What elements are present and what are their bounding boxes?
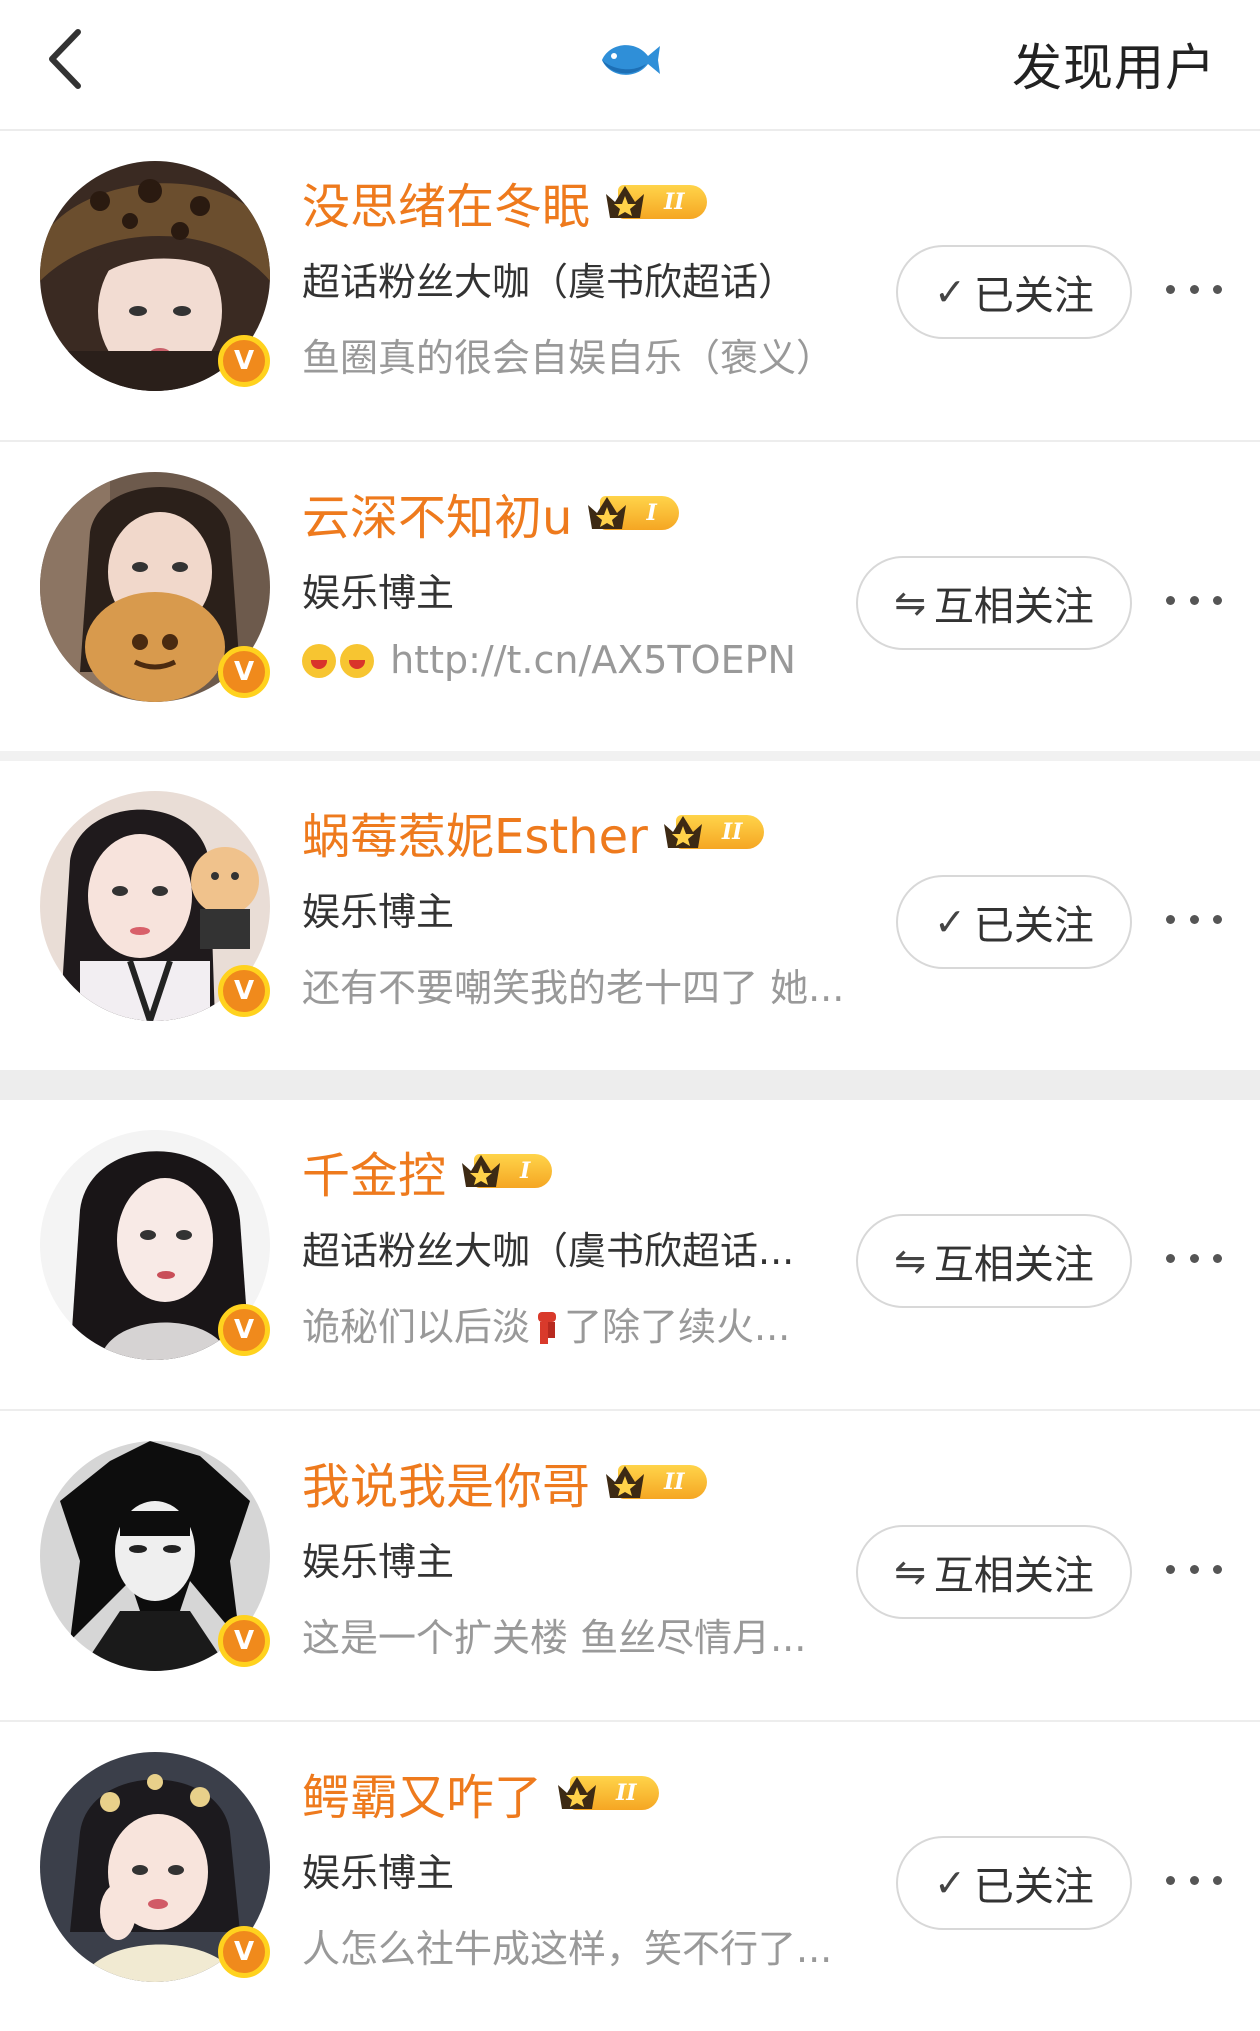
user-intro-text-b: 了除了续火... — [564, 1305, 791, 1349]
scarf-emoji-icon — [538, 1312, 557, 1344]
user-row[interactable]: V 千金控 I 超话粉丝大咖（虞书欣超话... 诡秘们以后淡 了除了续火... ⇋… — [0, 1100, 1260, 1411]
emoji-icon — [340, 644, 374, 678]
mutual-arrows-icon: ⇋ — [894, 1550, 926, 1594]
follow-button[interactable]: ✓ 已关注 — [896, 245, 1132, 339]
follow-label: 互相关注 — [933, 1242, 1094, 1288]
follow-label: 互相关注 — [933, 1553, 1094, 1599]
more-dots-icon[interactable] — [1166, 269, 1222, 309]
user-row[interactable]: V 我说我是你哥 II 娱乐博主 这是一个扩关楼 鱼丝尽情月... ⇋ 互相关注 — [0, 1411, 1260, 1722]
follow-label: 已关注 — [973, 273, 1094, 319]
user-intro: 人怎么社牛成这样，笑不行了... — [302, 1927, 833, 1971]
user-intro-text[interactable]: http://t.cn/AX5TOEPN — [390, 638, 796, 682]
crown-level-icon: II — [604, 1462, 707, 1502]
verified-v-badge-icon: V — [218, 1615, 270, 1667]
follow-button[interactable]: ⇋ 互相关注 — [856, 556, 1132, 650]
user-intro: http://t.cn/AX5TOEPN — [302, 638, 796, 682]
check-icon: ✓ — [934, 1861, 966, 1905]
user-row[interactable]: V 鳄霸又咋了 II 娱乐博主 人怎么社牛成这样，笑不行了... ✓ 已关注 — [0, 1722, 1260, 2031]
more-dots-icon[interactable] — [1166, 1860, 1222, 1900]
follow-button[interactable]: ⇋ 互相关注 — [856, 1214, 1132, 1308]
verified-v-badge-icon: V — [218, 1926, 270, 1978]
more-dots-icon[interactable] — [1166, 899, 1222, 939]
user-intro-text-a: 诡秘们以后淡 — [302, 1305, 531, 1349]
user-description: 娱乐博主 — [302, 1540, 455, 1584]
user-name[interactable]: 蜗莓惹妮Esther — [302, 797, 648, 867]
user-row[interactable]: V 蜗莓惹妮Esther II 娱乐博主 还有不要嘲笑我的老十四了 她... ✓… — [0, 761, 1260, 1100]
follow-button[interactable]: ✓ 已关注 — [896, 1836, 1132, 1930]
crown-level-icon: I — [586, 493, 679, 533]
verified-v-badge-icon: V — [218, 646, 270, 698]
mutual-arrows-icon: ⇋ — [894, 581, 926, 625]
verified-v-badge-icon: V — [218, 1304, 270, 1356]
user-name[interactable]: 鳄霸又咋了 — [302, 1758, 542, 1828]
crown-level-icon: II — [556, 1773, 659, 1813]
more-dots-icon[interactable] — [1166, 580, 1222, 620]
more-dots-icon[interactable] — [1166, 1549, 1222, 1589]
user-description: 娱乐博主 — [302, 890, 455, 934]
back-arrow-icon[interactable] — [40, 24, 100, 94]
verified-v-badge-icon: V — [218, 335, 270, 387]
mutual-arrows-icon: ⇋ — [894, 1239, 926, 1283]
check-icon: ✓ — [934, 900, 966, 944]
user-name[interactable]: 云深不知初u — [302, 478, 572, 548]
follow-label: 互相关注 — [933, 584, 1094, 630]
top-bar: 发现用户 — [0, 0, 1260, 131]
emoji-icon — [302, 644, 336, 678]
user-description: 娱乐博主 — [302, 571, 455, 615]
user-intro: 还有不要嘲笑我的老十四了 她... — [302, 966, 845, 1010]
crown-level-icon: II — [604, 182, 707, 222]
user-row[interactable]: V 没思绪在冬眠 II 超话粉丝大咖（虞书欣超话） 鱼圈真的很会自娱自乐（褒义）… — [0, 131, 1260, 442]
user-description: 超话粉丝大咖（虞书欣超话... — [302, 1229, 795, 1273]
more-dots-icon[interactable] — [1166, 1238, 1222, 1278]
user-intro: 诡秘们以后淡 了除了续火... — [302, 1296, 790, 1351]
follow-button[interactable]: ⇋ 互相关注 — [856, 1525, 1132, 1619]
user-name[interactable]: 千金控 — [302, 1136, 446, 1206]
check-icon: ✓ — [934, 270, 966, 314]
user-row[interactable]: V 云深不知初u I 娱乐博主 http://t.cn/AX5TOEPN ⇋ 互… — [0, 442, 1260, 761]
user-description: 超话粉丝大咖（虞书欣超话） — [302, 260, 797, 304]
follow-label: 已关注 — [973, 903, 1094, 949]
user-description: 娱乐博主 — [302, 1851, 455, 1895]
user-intro: 这是一个扩关楼 鱼丝尽情月... — [302, 1616, 807, 1660]
fish-logo-icon — [596, 36, 662, 82]
follow-button[interactable]: ✓ 已关注 — [896, 875, 1132, 969]
user-name[interactable]: 没思绪在冬眠 — [302, 167, 590, 237]
user-intro: 鱼圈真的很会自娱自乐（褒义） — [302, 336, 835, 380]
follow-label: 已关注 — [973, 1864, 1094, 1910]
discover-users-title[interactable]: 发现用户 — [1012, 28, 1216, 100]
crown-level-icon: II — [662, 812, 765, 852]
crown-level-icon: I — [460, 1151, 553, 1191]
user-name[interactable]: 我说我是你哥 — [302, 1447, 590, 1517]
verified-v-badge-icon: V — [218, 965, 270, 1017]
